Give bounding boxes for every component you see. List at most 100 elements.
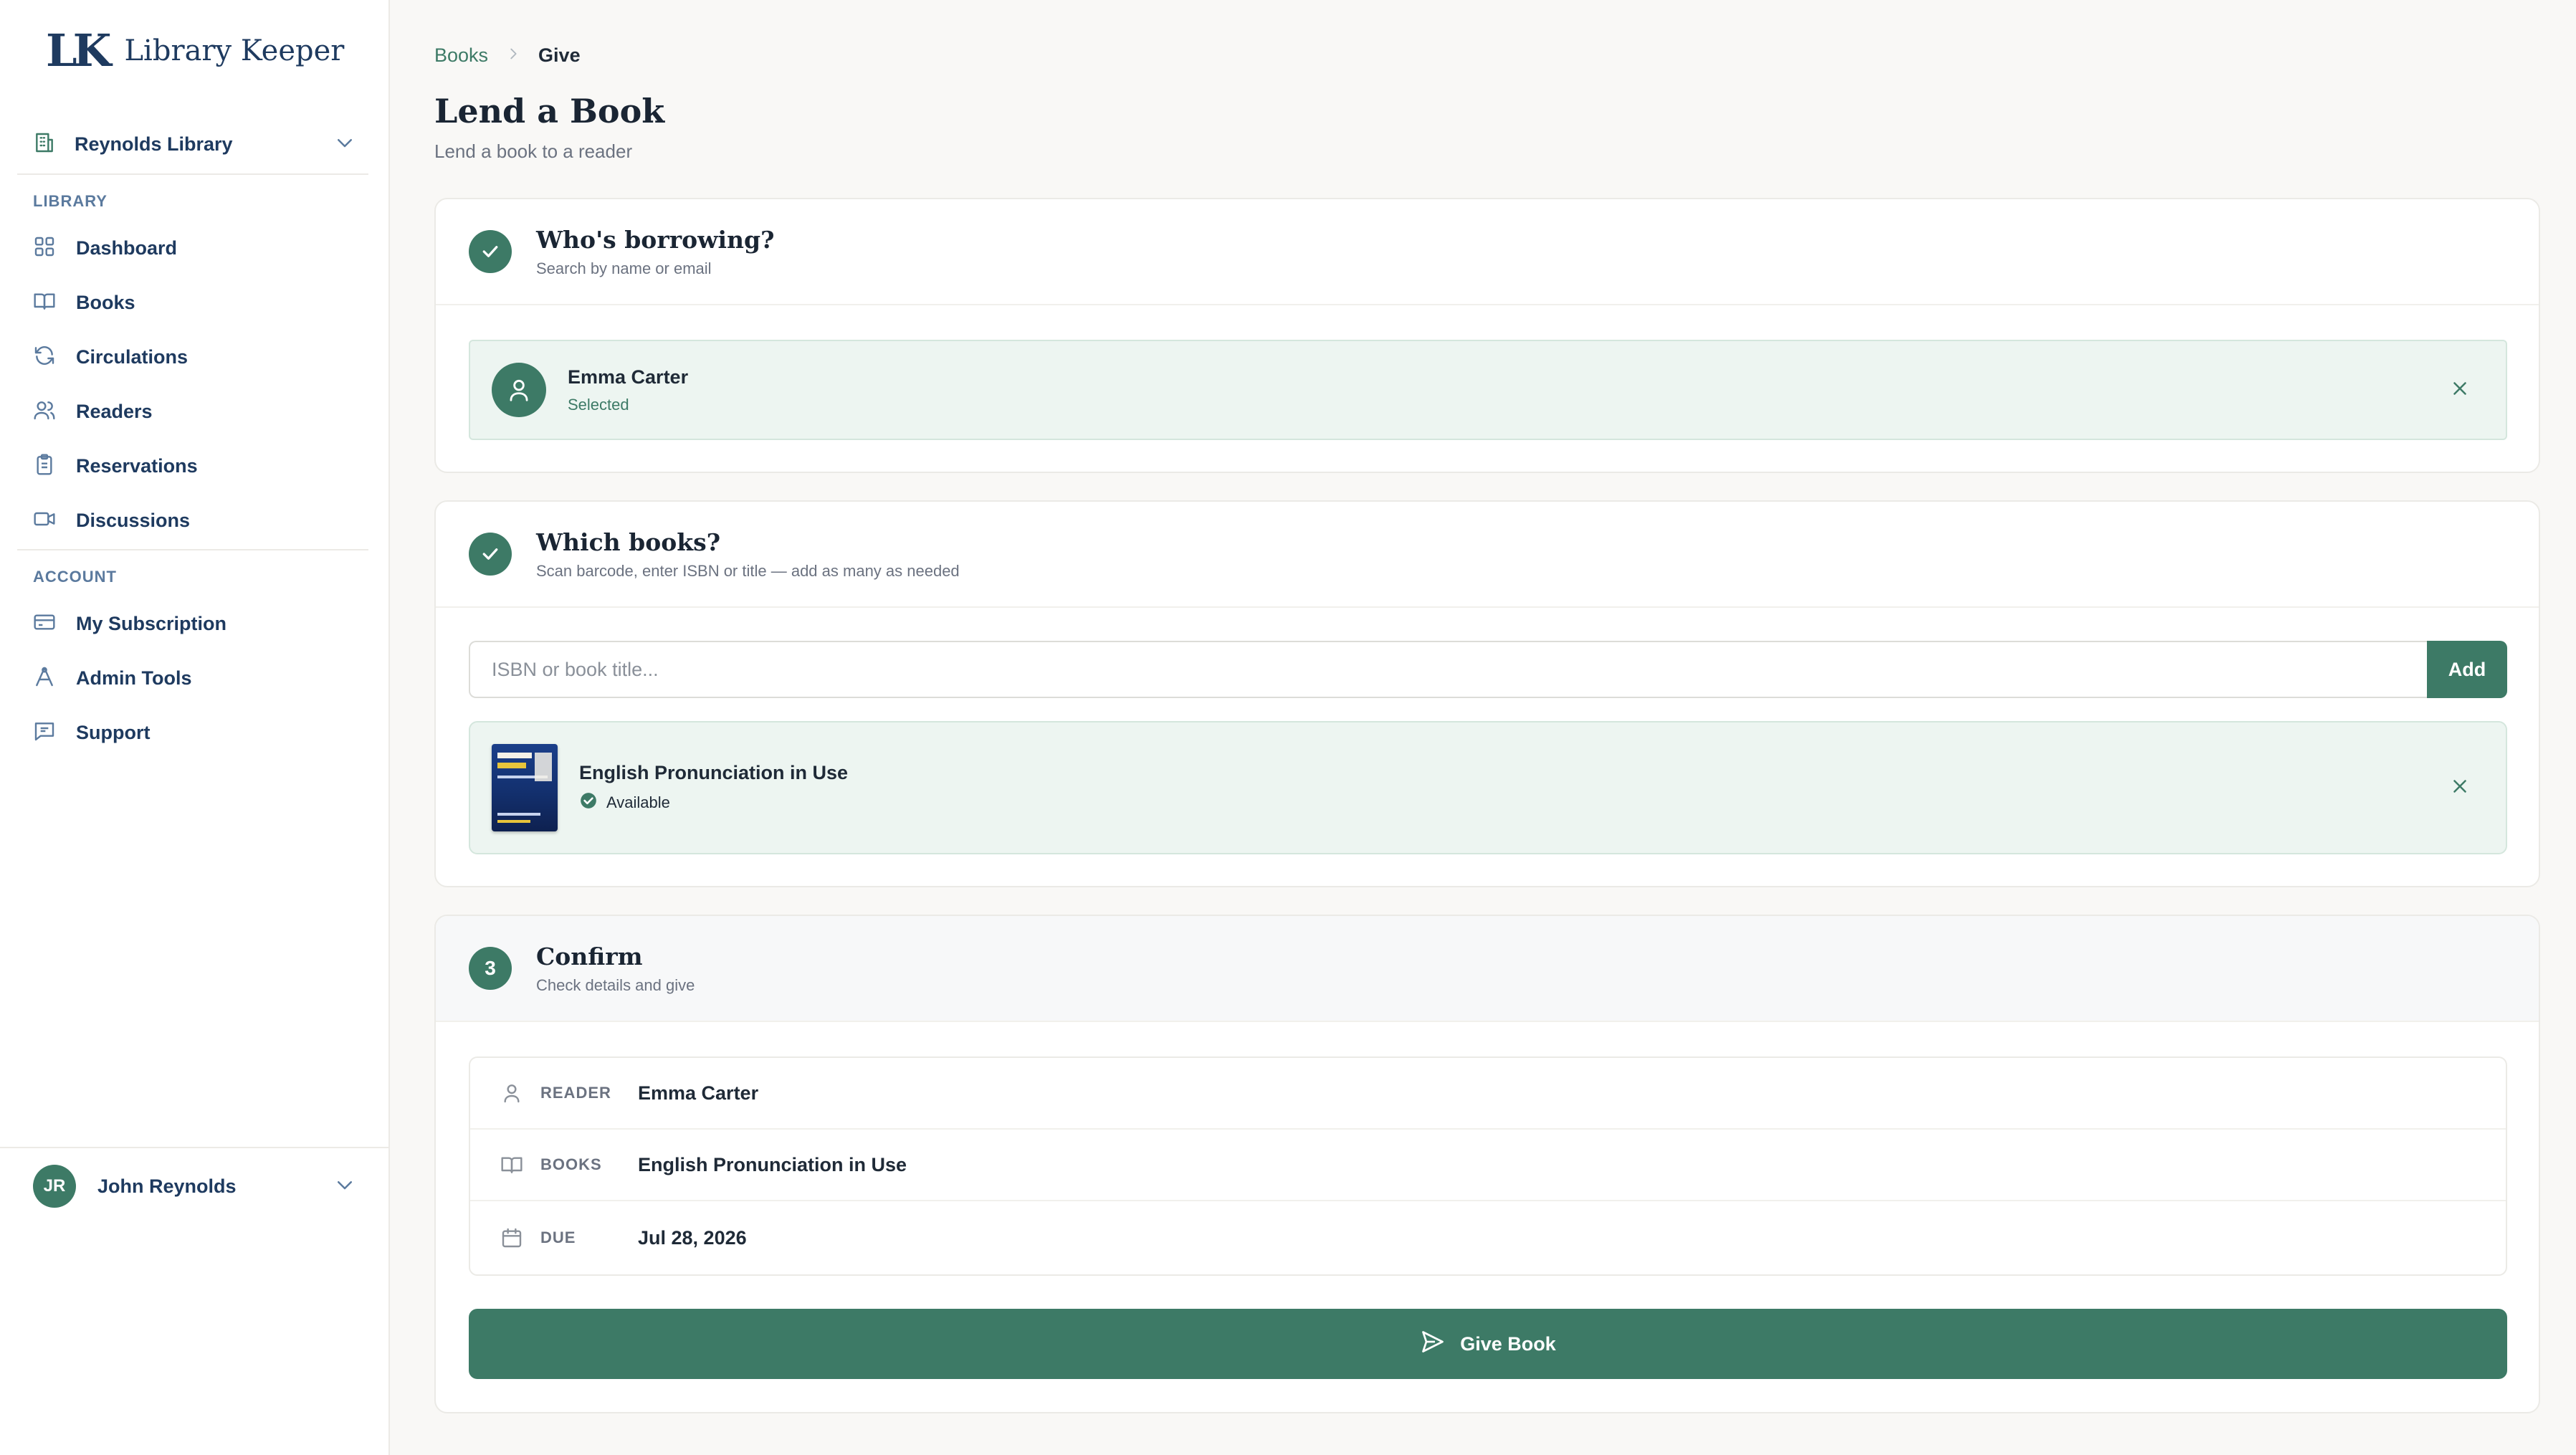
sidebar-item-circulations[interactable]: Circulations [33, 330, 356, 384]
reader-name: Emma Carter [568, 366, 689, 388]
clipboard-icon [33, 453, 56, 480]
sidebar-item-label: Books [76, 291, 135, 313]
user-name: John Reynolds [97, 1175, 237, 1197]
logo-mark: LK [46, 24, 112, 77]
give-book-button[interactable]: Give Book [469, 1309, 2507, 1379]
sidebar-item-admin-tools[interactable]: Admin Tools [33, 651, 356, 705]
sidebar-item-discussions[interactable]: Discussions [33, 493, 356, 548]
message-icon [33, 720, 56, 746]
page-title: Lend a Book [434, 92, 665, 130]
sidebar-item-label: Dashboard [76, 237, 178, 259]
video-icon [33, 507, 56, 534]
sidebar-item-label: Circulations [76, 345, 189, 368]
step-reader-card: Who's borrowing? Search by name or email… [434, 198, 2540, 473]
sidebar-item-label: Admin Tools [76, 667, 192, 689]
sidebar-item-label: Reservations [76, 454, 198, 477]
step-subtitle: Check details and give [536, 975, 695, 994]
book-status: Available [606, 793, 670, 811]
step-subtitle: Search by name or email [536, 259, 712, 277]
step-subtitle: Scan barcode, enter ISBN or title — add … [536, 561, 960, 580]
sidebar-item-books[interactable]: Books [33, 275, 356, 330]
summary-key: READER [540, 1084, 611, 1102]
selected-book: English Pronunciation in Use Available [469, 721, 2507, 854]
sidebar-item-label: Support [76, 721, 151, 743]
check-icon [469, 533, 512, 576]
summary-key: DUE [540, 1229, 576, 1246]
summary-value: Jul 28, 2026 [638, 1226, 747, 1249]
book-icon [33, 290, 56, 316]
calendar-icon [497, 1226, 526, 1249]
sidebar-divider [0, 1147, 390, 1148]
book-search-row: Add [469, 641, 2507, 698]
summary-row-reader: READER Emma Carter [470, 1058, 2506, 1130]
step-books-card: Which books? Scan barcode, enter ISBN or… [434, 500, 2540, 887]
check-icon [469, 230, 512, 273]
confirm-summary: READER Emma Carter BOOKS English Pronunc… [469, 1056, 2507, 1276]
library-nav: Dashboard Books Circulations Readers Res… [33, 221, 356, 548]
summary-value: English Pronunciation in Use [638, 1153, 907, 1175]
tools-icon [33, 665, 56, 692]
step-title: Confirm [536, 942, 643, 970]
user-icon [492, 363, 546, 417]
add-book-button[interactable]: Add [2427, 641, 2507, 698]
book-title: English Pronunciation in Use [579, 761, 849, 783]
close-icon [2449, 378, 2471, 403]
page-subtitle: Lend a book to a reader [434, 140, 633, 162]
step-header: Which books? Scan barcode, enter ISBN or… [436, 502, 2539, 608]
sidebar-item-label: Readers [76, 400, 153, 422]
check-circle-icon [579, 791, 598, 814]
breadcrumb: Books Give [434, 44, 581, 67]
breadcrumb-link-books[interactable]: Books [434, 44, 488, 67]
sidebar-item-dashboard[interactable]: Dashboard [33, 221, 356, 275]
grid-icon [33, 235, 56, 262]
give-book-label: Give Book [1460, 1332, 1556, 1355]
step-number: 3 [469, 947, 512, 990]
sidebar-item-readers[interactable]: Readers [33, 384, 356, 439]
section-label-account: ACCOUNT [33, 568, 117, 586]
selected-reader: Emma Carter Selected [469, 340, 2507, 440]
remove-reader-button[interactable] [2446, 376, 2474, 404]
breadcrumb-current: Give [538, 44, 581, 66]
library-selector[interactable]: Reynolds Library [33, 125, 356, 163]
step-header: 3 Confirm Check details and give [436, 916, 2539, 1022]
app-logo[interactable]: LK Library Keeper [46, 24, 344, 77]
summary-row-books: BOOKS English Pronunciation in Use [470, 1130, 2506, 1201]
summary-key: BOOKS [540, 1155, 602, 1173]
sidebar-item-my-subscription[interactable]: My Subscription [33, 596, 356, 651]
avatar: JR [33, 1165, 76, 1208]
refresh-icon [33, 344, 56, 371]
library-name: Reynolds Library [75, 133, 233, 155]
sidebar-divider [17, 549, 368, 550]
user-icon [497, 1082, 526, 1105]
send-icon [1420, 1329, 1446, 1360]
sidebar-item-label: My Subscription [76, 612, 227, 634]
book-icon [497, 1153, 526, 1176]
account-nav: My Subscription Admin Tools Support [33, 596, 356, 760]
step-confirm-card: 3 Confirm Check details and give READER … [434, 915, 2540, 1413]
reader-status: Selected [568, 395, 629, 414]
section-label-library: LIBRARY [33, 192, 108, 210]
step-title: Which books? [536, 528, 721, 556]
sidebar-item-support[interactable]: Support [33, 705, 356, 760]
chevron-down-icon [334, 1174, 356, 1199]
credit-card-icon [33, 611, 56, 637]
users-icon [33, 399, 56, 425]
chevron-down-icon [334, 132, 356, 157]
sidebar-item-reservations[interactable]: Reservations [33, 439, 356, 493]
main-content: Books Give Lend a Book Lend a book to a … [390, 0, 2576, 1455]
building-icon [33, 131, 56, 158]
sidebar-item-label: Discussions [76, 509, 191, 531]
book-cover-image [492, 744, 558, 831]
step-title: Who's borrowing? [536, 225, 775, 254]
app-name: Library Keeper [124, 34, 345, 67]
summary-row-due: DUE Jul 28, 2026 [470, 1201, 2506, 1274]
step-header: Who's borrowing? Search by name or email [436, 199, 2539, 305]
sidebar-divider [17, 173, 368, 175]
user-menu[interactable]: JR John Reynolds [33, 1165, 356, 1208]
book-availability: Available [579, 791, 848, 814]
summary-value: Emma Carter [638, 1082, 759, 1104]
remove-book-button[interactable] [2446, 773, 2474, 802]
book-search-input[interactable] [469, 641, 2427, 698]
close-icon [2449, 776, 2471, 801]
sidebar: LK Library Keeper Reynolds Library LIBRA… [0, 0, 390, 1455]
